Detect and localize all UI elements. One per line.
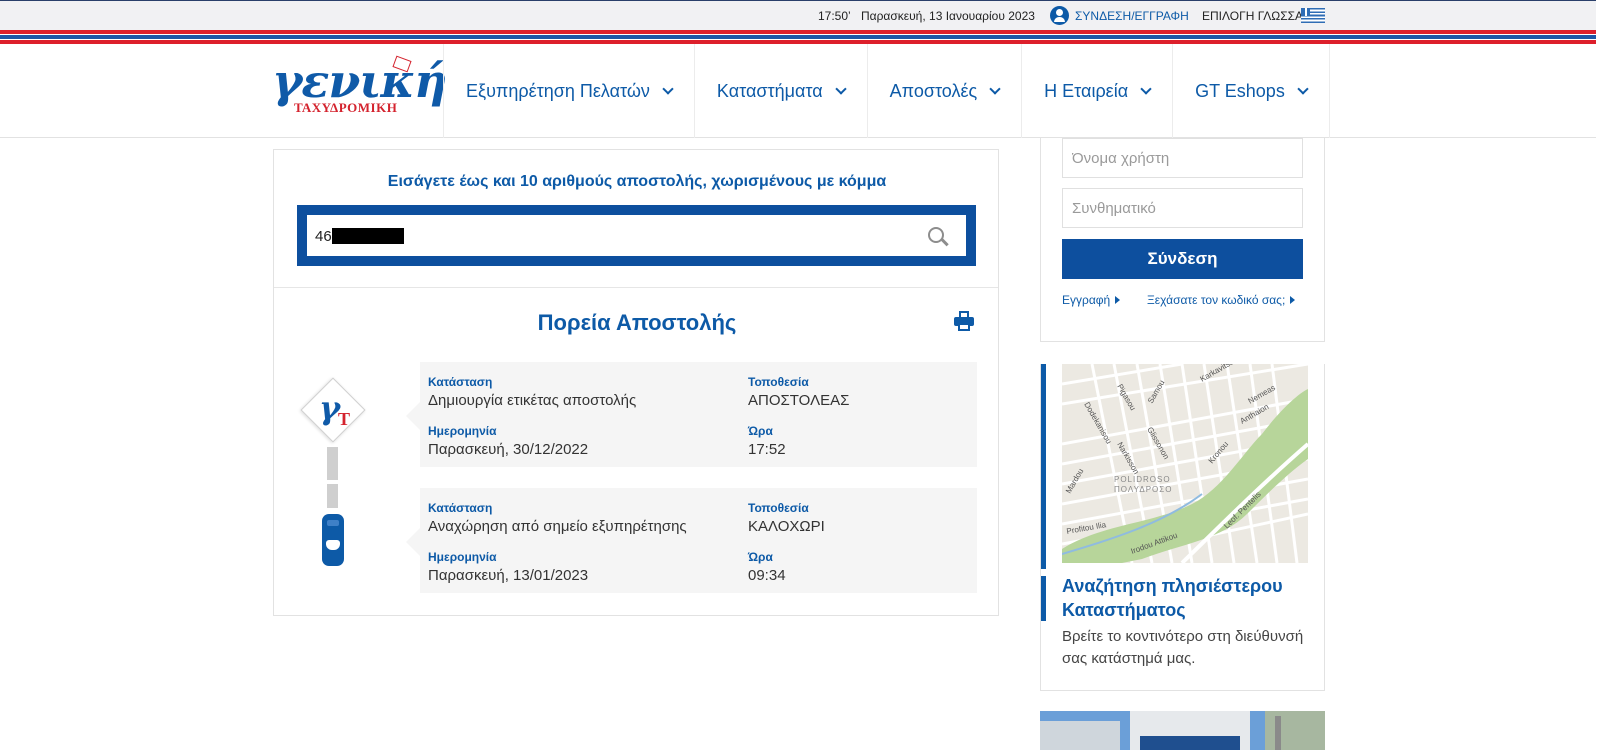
print-icon[interactable]: [954, 311, 974, 331]
login-button[interactable]: Σύνδεση: [1062, 239, 1303, 279]
chevron-down-icon: [1297, 82, 1309, 95]
nav-label: Καταστήματα: [716, 80, 823, 101]
greek-flag-icon[interactable]: [1301, 8, 1325, 23]
time-label: Ώρα: [748, 550, 773, 564]
password-input[interactable]: [1062, 188, 1303, 228]
tracking-panel: Εισάγετε έως και 10 αριθμούς αποστολής, …: [273, 149, 999, 616]
date-label: Ημερομηνία: [428, 424, 497, 438]
top-bar: 17:50’ Παρασκευή, 13 Ιανουαρίου 2023 ΣΥΝ…: [0, 0, 1600, 30]
time-value: 17:52: [748, 441, 786, 458]
location-value: ΑΠΟΣΤΟΛΕΑΣ: [748, 392, 850, 409]
login-register-label: ΣΥΝΔΕΣΗ/ΕΓΓΡΑΦΗ: [1075, 8, 1189, 23]
forgot-label: Ξεχάσατε τον κωδικό σας;: [1147, 293, 1286, 307]
nav-item-gt-eshops[interactable]: GT Eshops: [1172, 44, 1330, 138]
location-label: Τοποθεσία: [748, 501, 809, 515]
location-value: ΚΑΛΟΧΩΡΙ: [748, 518, 825, 535]
language-label: ΕΠΙΛΟΓΗ ΓΛΩΣΣΑΣ:: [1202, 9, 1314, 23]
tracking-event-card: Κατάσταση Αναχώρηση από σημείο εξυπηρέτη…: [406, 488, 977, 593]
current-date: Παρασκευή, 13 Ιανουαρίου 2023: [861, 9, 1035, 23]
route-title: Πορεία Αποστολής: [537, 310, 737, 335]
tracking-search-box: [297, 205, 976, 266]
nav-item-stores[interactable]: Καταστήματα: [693, 44, 867, 138]
status-label: Κατάσταση: [428, 375, 493, 389]
chevron-down-icon: [1140, 82, 1152, 95]
brand-stripes: [0, 30, 1600, 44]
register-link[interactable]: Εγγραφή: [1062, 293, 1121, 307]
status-value: Δημιουργία ετικέτας αποστολής: [428, 392, 637, 409]
time-value: 09:34: [748, 567, 786, 584]
forgot-password-link[interactable]: Ξεχάσατε τον κωδικό σας;: [1147, 293, 1296, 307]
date-value: Παρασκευή, 13/01/2023: [428, 567, 589, 584]
nav-item-customer-service[interactable]: Εξυπηρέτηση Πελατών: [443, 44, 694, 138]
status-label: Κατάσταση: [428, 501, 493, 515]
tracking-prompt: Εισάγετε έως και 10 αριθμούς αποστολής, …: [387, 173, 887, 190]
register-label: Εγγραφή: [1062, 293, 1111, 307]
timeline-track: [327, 447, 338, 480]
user-icon: [1050, 6, 1069, 25]
status-value: Αναχώρηση από σημείο εξυπηρέτησης: [428, 518, 687, 535]
site-header: γενική ΤΑΧΥΔΡΟΜΙΚΗ Εξυπηρέτηση Πελατών Κ…: [0, 44, 1600, 138]
caret-right-icon: [1115, 296, 1121, 304]
timeline-track: [327, 484, 338, 508]
location-label: Τοποθεσία: [748, 375, 809, 389]
caret-right-icon: [1290, 296, 1296, 304]
date-value: Παρασκευή, 30/12/2022: [428, 441, 589, 458]
login-register-link[interactable]: ΣΥΝΔΕΣΗ/ΕΓΓΡΑΦΗ: [1050, 6, 1189, 25]
store-map[interactable]: Karkavitsa Pigasou Dodekanisou Anthaion …: [1062, 364, 1308, 563]
company-badge-icon: γ T: [296, 377, 368, 443]
store-finder-title[interactable]: Αναζήτηση πλησιέστερου Καταστήματος: [1062, 574, 1312, 622]
map-area-label: ΠΟΛΥΔΡΟΣΟ: [1114, 485, 1172, 494]
chevron-down-icon: [989, 82, 1001, 95]
username-input[interactable]: [1062, 138, 1303, 178]
site-logo[interactable]: γενική ΤΑΧΥΔΡΟΜΙΚΗ: [272, 54, 447, 120]
store-finder-card[interactable]: Karkavitsa Pigasou Dodekanisou Anthaion …: [1040, 364, 1325, 691]
nav-label: Η Εταιρεία: [1044, 80, 1129, 101]
map-area-label: POLIDROSO: [1114, 475, 1171, 484]
store-finder-description: Βρείτε το κοντινότερο στη διεύθυνσή σας …: [1062, 628, 1304, 667]
accent-bar: [1041, 364, 1046, 569]
accent-bar: [1041, 576, 1046, 621]
current-time: 17:50’: [818, 9, 851, 23]
login-panel: Σύνδεση Εγγραφή Ξεχάσατε τον κωδικό σας;: [1040, 138, 1325, 342]
nav-item-company[interactable]: Η Εταιρεία: [1021, 44, 1172, 138]
chevron-down-icon: [662, 82, 674, 95]
date-label: Ημερομηνία: [428, 550, 497, 564]
nav-label: GT Eshops: [1195, 80, 1285, 101]
main-nav: Εξυπηρέτηση Πελατών Καταστήματα Αποστολέ…: [443, 44, 1330, 138]
nav-label: Αποστολές: [889, 80, 978, 101]
nav-item-shipments[interactable]: Αποστολές: [866, 44, 1022, 138]
redaction-block: [332, 228, 404, 244]
nav-label: Εξυπηρέτηση Πελατών: [466, 80, 650, 101]
divider: [274, 287, 998, 288]
time-label: Ώρα: [748, 424, 773, 438]
delivery-van-icon: [322, 514, 344, 566]
logo-subtitle: ΤΑΧΥΔΡΟΜΙΚΗ: [294, 100, 398, 115]
chevron-down-icon: [834, 82, 847, 95]
tracking-event-card: Κατάσταση Δημιουργία ετικέτας αποστολής …: [406, 362, 977, 467]
search-icon[interactable]: [928, 227, 944, 243]
store-photo[interactable]: [1040, 711, 1325, 750]
